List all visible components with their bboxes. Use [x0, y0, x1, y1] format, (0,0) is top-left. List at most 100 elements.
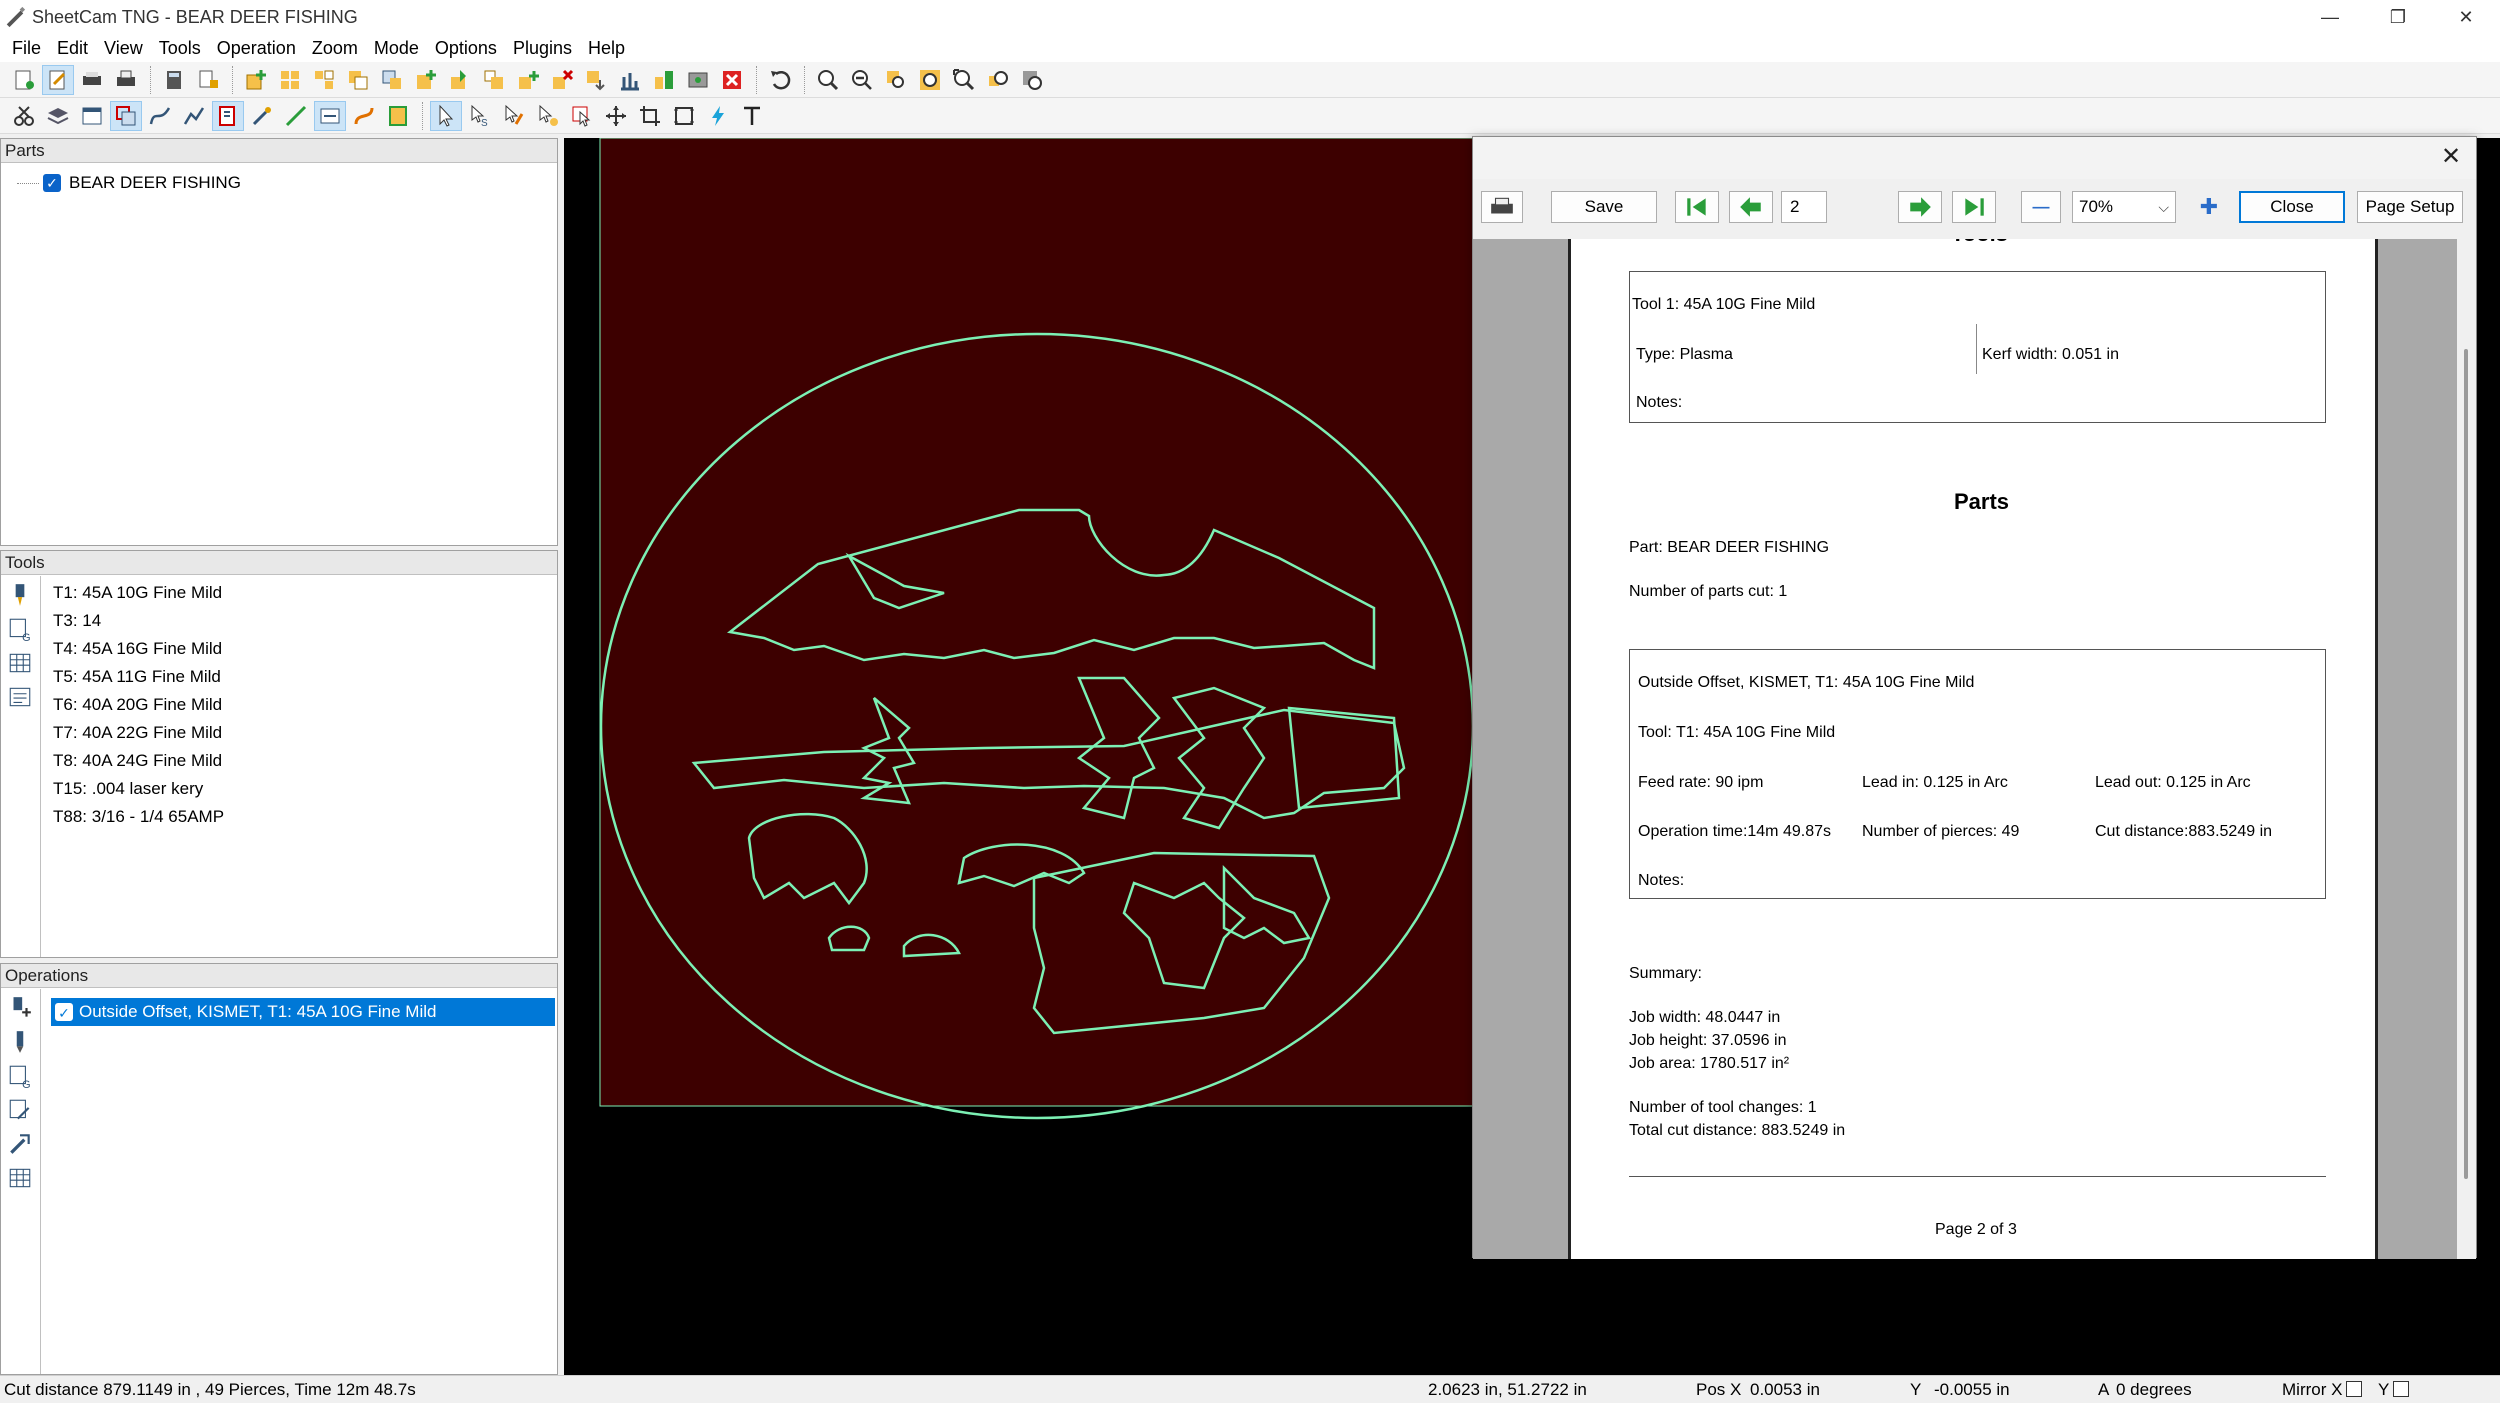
tool-library-button[interactable] [5, 682, 35, 712]
part-tree-item[interactable]: ✓ BEAR DEER FISHING [17, 171, 241, 195]
menu-view[interactable]: View [96, 34, 151, 62]
tool-item[interactable]: T8: 40A 24G Fine Mild [47, 747, 557, 775]
zoom-in-button[interactable] [812, 65, 844, 95]
menu-edit[interactable]: Edit [49, 34, 96, 62]
menu-tools[interactable]: Tools [151, 34, 209, 62]
part-plus-button[interactable] [512, 65, 544, 95]
next-page-button[interactable] [1898, 191, 1942, 223]
select-part-button[interactable] [566, 101, 598, 131]
operation-item-selected[interactable]: ✓ Outside Offset, KISMET, T1: 45A 10G Fi… [51, 998, 555, 1026]
part-tab-button[interactable] [648, 65, 680, 95]
gcode-operation-button[interactable]: G [5, 1061, 35, 1091]
nest-parts-button[interactable] [274, 65, 306, 95]
zoom-out-button[interactable] [846, 65, 878, 95]
simulate-button[interactable] [702, 101, 734, 131]
tools-button[interactable] [8, 101, 40, 131]
delete-button[interactable] [716, 65, 748, 95]
path-rules-button[interactable] [314, 100, 346, 131]
drill-button[interactable] [246, 101, 278, 131]
scrollbar-thumb[interactable] [2464, 349, 2468, 1179]
menu-help[interactable]: Help [580, 34, 633, 62]
rotate-part-button[interactable] [376, 65, 408, 95]
zoom-all-button[interactable] [914, 65, 946, 95]
move-part-button[interactable] [444, 65, 476, 95]
copy-part-button[interactable] [342, 65, 374, 95]
line-button[interactable] [280, 101, 312, 131]
calculator-button[interactable] [158, 65, 190, 95]
mirror-y-checkbox[interactable] [2393, 1381, 2410, 1397]
tool-item[interactable]: T4: 45A 16G Fine Mild [47, 635, 557, 663]
tool-gcode-button[interactable]: G [5, 614, 35, 644]
zoom-extents-button[interactable] [948, 65, 980, 95]
select-button[interactable] [430, 100, 462, 131]
zoom-window-button[interactable] [880, 65, 912, 95]
part-align-button[interactable] [614, 65, 646, 95]
operation-list-button[interactable] [76, 101, 108, 131]
last-page-button[interactable] [1952, 191, 1996, 223]
page-number-input[interactable]: 2 [1781, 191, 1827, 223]
sheet-size-button[interactable] [668, 101, 700, 131]
new-operation-button[interactable] [5, 993, 35, 1023]
edit-operation-button[interactable] [5, 1095, 35, 1125]
new-tool-button[interactable] [5, 580, 35, 610]
menu-zoom[interactable]: Zoom [304, 34, 366, 62]
drill-operation-button[interactable] [5, 1027, 35, 1057]
tool-item[interactable]: T5: 45A 11G Fine Mild [47, 663, 557, 691]
maximize-button[interactable]: ❐ [2364, 0, 2432, 34]
tool-item[interactable]: T1: 45A 10G Fine Mild [47, 579, 557, 607]
tool-item[interactable]: T88: 3/16 - 1/4 65AMP [47, 803, 557, 831]
edit-job-button[interactable] [42, 64, 74, 95]
mirror-x-toggle[interactable]: Mirror X [2282, 1380, 2363, 1400]
dialog-close-icon[interactable]: ✕ [2438, 145, 2464, 171]
zoom-in-button[interactable]: ✚ [2189, 191, 2229, 223]
zoom-select[interactable]: 70% ⌵ [2072, 191, 2176, 223]
profile-button[interactable] [178, 101, 210, 131]
new-job-button[interactable] [8, 65, 40, 95]
tool-item[interactable]: T6: 40A 20G Fine Mild [47, 691, 557, 719]
first-page-button[interactable] [1675, 191, 1719, 223]
menu-file[interactable]: File [4, 34, 49, 62]
operation-table-button[interactable] [5, 1163, 35, 1193]
select-tab-button[interactable] [532, 101, 564, 131]
menu-mode[interactable]: Mode [366, 34, 427, 62]
measure-button[interactable] [634, 101, 666, 131]
close-window-button[interactable]: ✕ [2432, 0, 2500, 34]
tool-item[interactable]: T7: 40A 22G Fine Mild [47, 719, 557, 747]
close-preview-button[interactable]: Close [2239, 191, 2345, 223]
start-point-button[interactable] [348, 101, 380, 131]
zoom-sheet-button[interactable] [1016, 65, 1048, 95]
add-part-button[interactable] [240, 65, 272, 95]
previous-page-button[interactable] [1729, 191, 1773, 223]
text-button[interactable] [736, 101, 768, 131]
offset-toggle-button[interactable] [212, 100, 244, 131]
layers-button[interactable] [42, 101, 74, 131]
undo-button[interactable] [764, 65, 796, 95]
preview-scrollbar[interactable] [2457, 239, 2476, 1259]
post-code-button[interactable] [192, 65, 224, 95]
print-button[interactable] [1481, 191, 1523, 223]
tab-operation-button[interactable] [5, 1129, 35, 1159]
operation-checkbox[interactable]: ✓ [55, 1003, 73, 1021]
sheet-button[interactable] [682, 65, 714, 95]
minimize-button[interactable]: — [2296, 0, 2364, 34]
part-remove-button[interactable] [546, 65, 578, 95]
menu-operation[interactable]: Operation [209, 34, 304, 62]
zoom-part-button[interactable] [982, 65, 1014, 95]
print-button[interactable] [110, 65, 142, 95]
mirror-x-checkbox[interactable] [2346, 1381, 2363, 1397]
save-button[interactable]: Save [1551, 191, 1657, 223]
tool-item[interactable]: T3: 14 [47, 607, 557, 635]
page-setup-button[interactable]: Page Setup [2357, 191, 2463, 223]
move-button[interactable] [600, 101, 632, 131]
menu-options[interactable]: Options [427, 34, 505, 62]
zoom-out-button[interactable]: — [2021, 191, 2061, 223]
select-lead-button[interactable] [498, 101, 530, 131]
part-checkbox[interactable]: ✓ [43, 174, 61, 192]
scale-part-button[interactable] [478, 65, 510, 95]
tool-table-button[interactable] [5, 648, 35, 678]
insert-part-button[interactable] [410, 65, 442, 95]
tab-button[interactable] [382, 101, 414, 131]
array-parts-button[interactable] [308, 65, 340, 95]
contour-button[interactable] [144, 101, 176, 131]
select-start-button[interactable]: S [464, 101, 496, 131]
